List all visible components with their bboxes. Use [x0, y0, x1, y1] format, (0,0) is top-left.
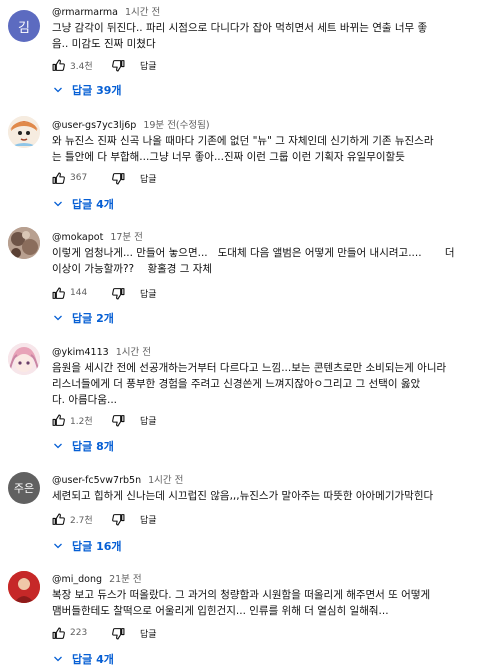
comment-text: 와 뉴진스 진짜 신곡 나올 때마다 기존에 없던 "뉴" 그 자체인데 신기하…	[52, 135, 434, 163]
timestamp[interactable]: 17분 전	[110, 232, 143, 243]
comment-header: @mi_dong 21분 전	[52, 571, 142, 585]
thumbs-down-icon	[111, 414, 124, 426]
comment-actions: 223 답글	[50, 625, 157, 641]
avatar[interactable]: 김	[8, 10, 40, 42]
reply-button[interactable]: 답글	[140, 513, 157, 526]
author-name[interactable]: @mokapot	[52, 232, 103, 243]
cartoon-avatar-image	[8, 116, 40, 148]
timestamp[interactable]: 1시간 전	[116, 347, 151, 358]
reply-button[interactable]: 답글	[140, 414, 157, 427]
dislike-button[interactable]	[110, 285, 126, 301]
author-name[interactable]: @ykim4113	[52, 347, 109, 358]
comment-actions: 144 답글	[50, 285, 157, 301]
photo-avatar-image	[8, 227, 40, 259]
dislike-button[interactable]	[110, 511, 126, 527]
thumbs-down-icon	[111, 172, 124, 184]
reply-button[interactable]: 답글	[140, 172, 157, 185]
chevron-down-icon	[52, 84, 64, 96]
like-button[interactable]	[50, 412, 66, 428]
author-name[interactable]: @user-gs7yc3lj6p	[52, 120, 136, 131]
view-replies-button[interactable]: 답글 16개	[44, 534, 130, 558]
dislike-button[interactable]	[110, 625, 126, 641]
view-replies-button[interactable]: 답글 4개	[44, 647, 122, 671]
like-button[interactable]	[50, 625, 66, 641]
thumbs-up-icon	[52, 287, 65, 299]
thumbs-up-icon	[52, 172, 65, 184]
timestamp[interactable]: 1시간 전	[125, 7, 160, 18]
replies-count-label: 답글 39개	[72, 84, 122, 97]
like-button[interactable]	[50, 170, 66, 186]
view-replies-button[interactable]: 답글 8개	[44, 434, 122, 458]
dislike-button[interactable]	[110, 412, 126, 428]
comment-actions: 3.4천 답글	[50, 57, 157, 73]
author-name[interactable]: @mi_dong	[52, 574, 102, 585]
comment-header: @rmarmarma 1시간 전	[52, 4, 160, 18]
avatar[interactable]	[8, 116, 40, 148]
chevron-down-icon	[52, 312, 64, 324]
author-name[interactable]: @user-fc5vw7rb5n	[52, 475, 141, 486]
replies-count-label: 답글 2개	[72, 312, 114, 325]
photo-avatar-image	[8, 571, 40, 603]
thumbs-down-icon	[111, 287, 124, 299]
like-count: 144	[70, 288, 88, 298]
comment-header: @mokapot 17분 전	[52, 229, 143, 243]
thumbs-up-icon	[52, 414, 65, 426]
like-count: 2.7천	[70, 515, 93, 526]
author-name[interactable]: @rmarmarma	[52, 7, 118, 18]
avatar-initial: 주은	[13, 482, 35, 495]
reply-button[interactable]: 답글	[140, 287, 157, 300]
reply-button[interactable]: 답글	[140, 627, 157, 640]
comment-text: 이렇게 엄청나게... 만들어 놓으면... 도대체 다음 앨범은 어떻게 만들…	[52, 247, 455, 275]
comment-header: @user-fc5vw7rb5n 1시간 전	[52, 472, 183, 486]
replies-count-label: 답글 8개	[72, 440, 114, 453]
comment-actions: 2.7천 답글	[50, 511, 157, 527]
timestamp[interactable]: 1시간 전	[148, 475, 183, 486]
comment-actions: 1.2천 답글	[50, 412, 157, 428]
replies-count-label: 답글 4개	[72, 653, 114, 666]
like-button[interactable]	[50, 285, 66, 301]
thumbs-down-icon	[111, 59, 124, 71]
avatar[interactable]: 주은	[8, 472, 40, 504]
chevron-down-icon	[52, 540, 64, 552]
chevron-down-icon	[52, 653, 64, 665]
like-count: 1.2천	[70, 416, 93, 427]
view-replies-button[interactable]: 답글 39개	[44, 78, 130, 102]
thumbs-down-icon	[111, 627, 124, 639]
thumbs-up-icon	[52, 627, 65, 639]
avatar[interactable]	[8, 343, 40, 375]
comment-text: 음원을 세시간 전에 선공개하는거부터 다르다고 느낌...보는 콘텐츠로만 소…	[52, 362, 447, 406]
anime-avatar-image	[8, 343, 40, 375]
like-button[interactable]	[50, 511, 66, 527]
comment-header: @ykim4113 1시간 전	[52, 344, 151, 358]
reply-button[interactable]: 답글	[140, 59, 157, 72]
avatar[interactable]	[8, 571, 40, 603]
chevron-down-icon	[52, 440, 64, 452]
comment-header: @user-gs7yc3lj6p 19분 전(수정됨)	[52, 117, 210, 131]
like-button[interactable]	[50, 57, 66, 73]
thumbs-up-icon	[52, 59, 65, 71]
replies-count-label: 답글 4개	[72, 198, 114, 211]
dislike-button[interactable]	[110, 57, 126, 73]
comment-actions: 367 답글	[50, 170, 157, 186]
thumbs-down-icon	[111, 513, 124, 525]
comment-text: 그냥 감각이 뒤진다.. 파리 시점으로 다니다가 잡아 먹히면서 세트 바뀌는…	[52, 22, 428, 50]
view-replies-button[interactable]: 답글 2개	[44, 306, 122, 330]
avatar[interactable]	[8, 227, 40, 259]
thumbs-up-icon	[52, 513, 65, 525]
timestamp[interactable]: 21분 전	[109, 574, 142, 585]
like-count: 223	[70, 628, 88, 638]
comment-text: 세련되고 힙하게 신나는데 시끄럽진 않음,,,뉴진스가 말아주는 따뜻한 아아…	[52, 490, 434, 502]
replies-count-label: 답글 16개	[72, 540, 122, 553]
chevron-down-icon	[52, 198, 64, 210]
comment-text: 복장 보고 듀스가 떠올랐다. 그 과거의 청량함과 시원함을 떠올리게 해주면…	[52, 589, 431, 617]
like-count: 367	[70, 173, 88, 183]
timestamp[interactable]: 19분 전(수정됨)	[143, 120, 209, 131]
avatar-initial: 김	[18, 20, 30, 36]
like-count: 3.4천	[70, 61, 93, 72]
dislike-button[interactable]	[110, 170, 126, 186]
view-replies-button[interactable]: 답글 4개	[44, 192, 122, 216]
